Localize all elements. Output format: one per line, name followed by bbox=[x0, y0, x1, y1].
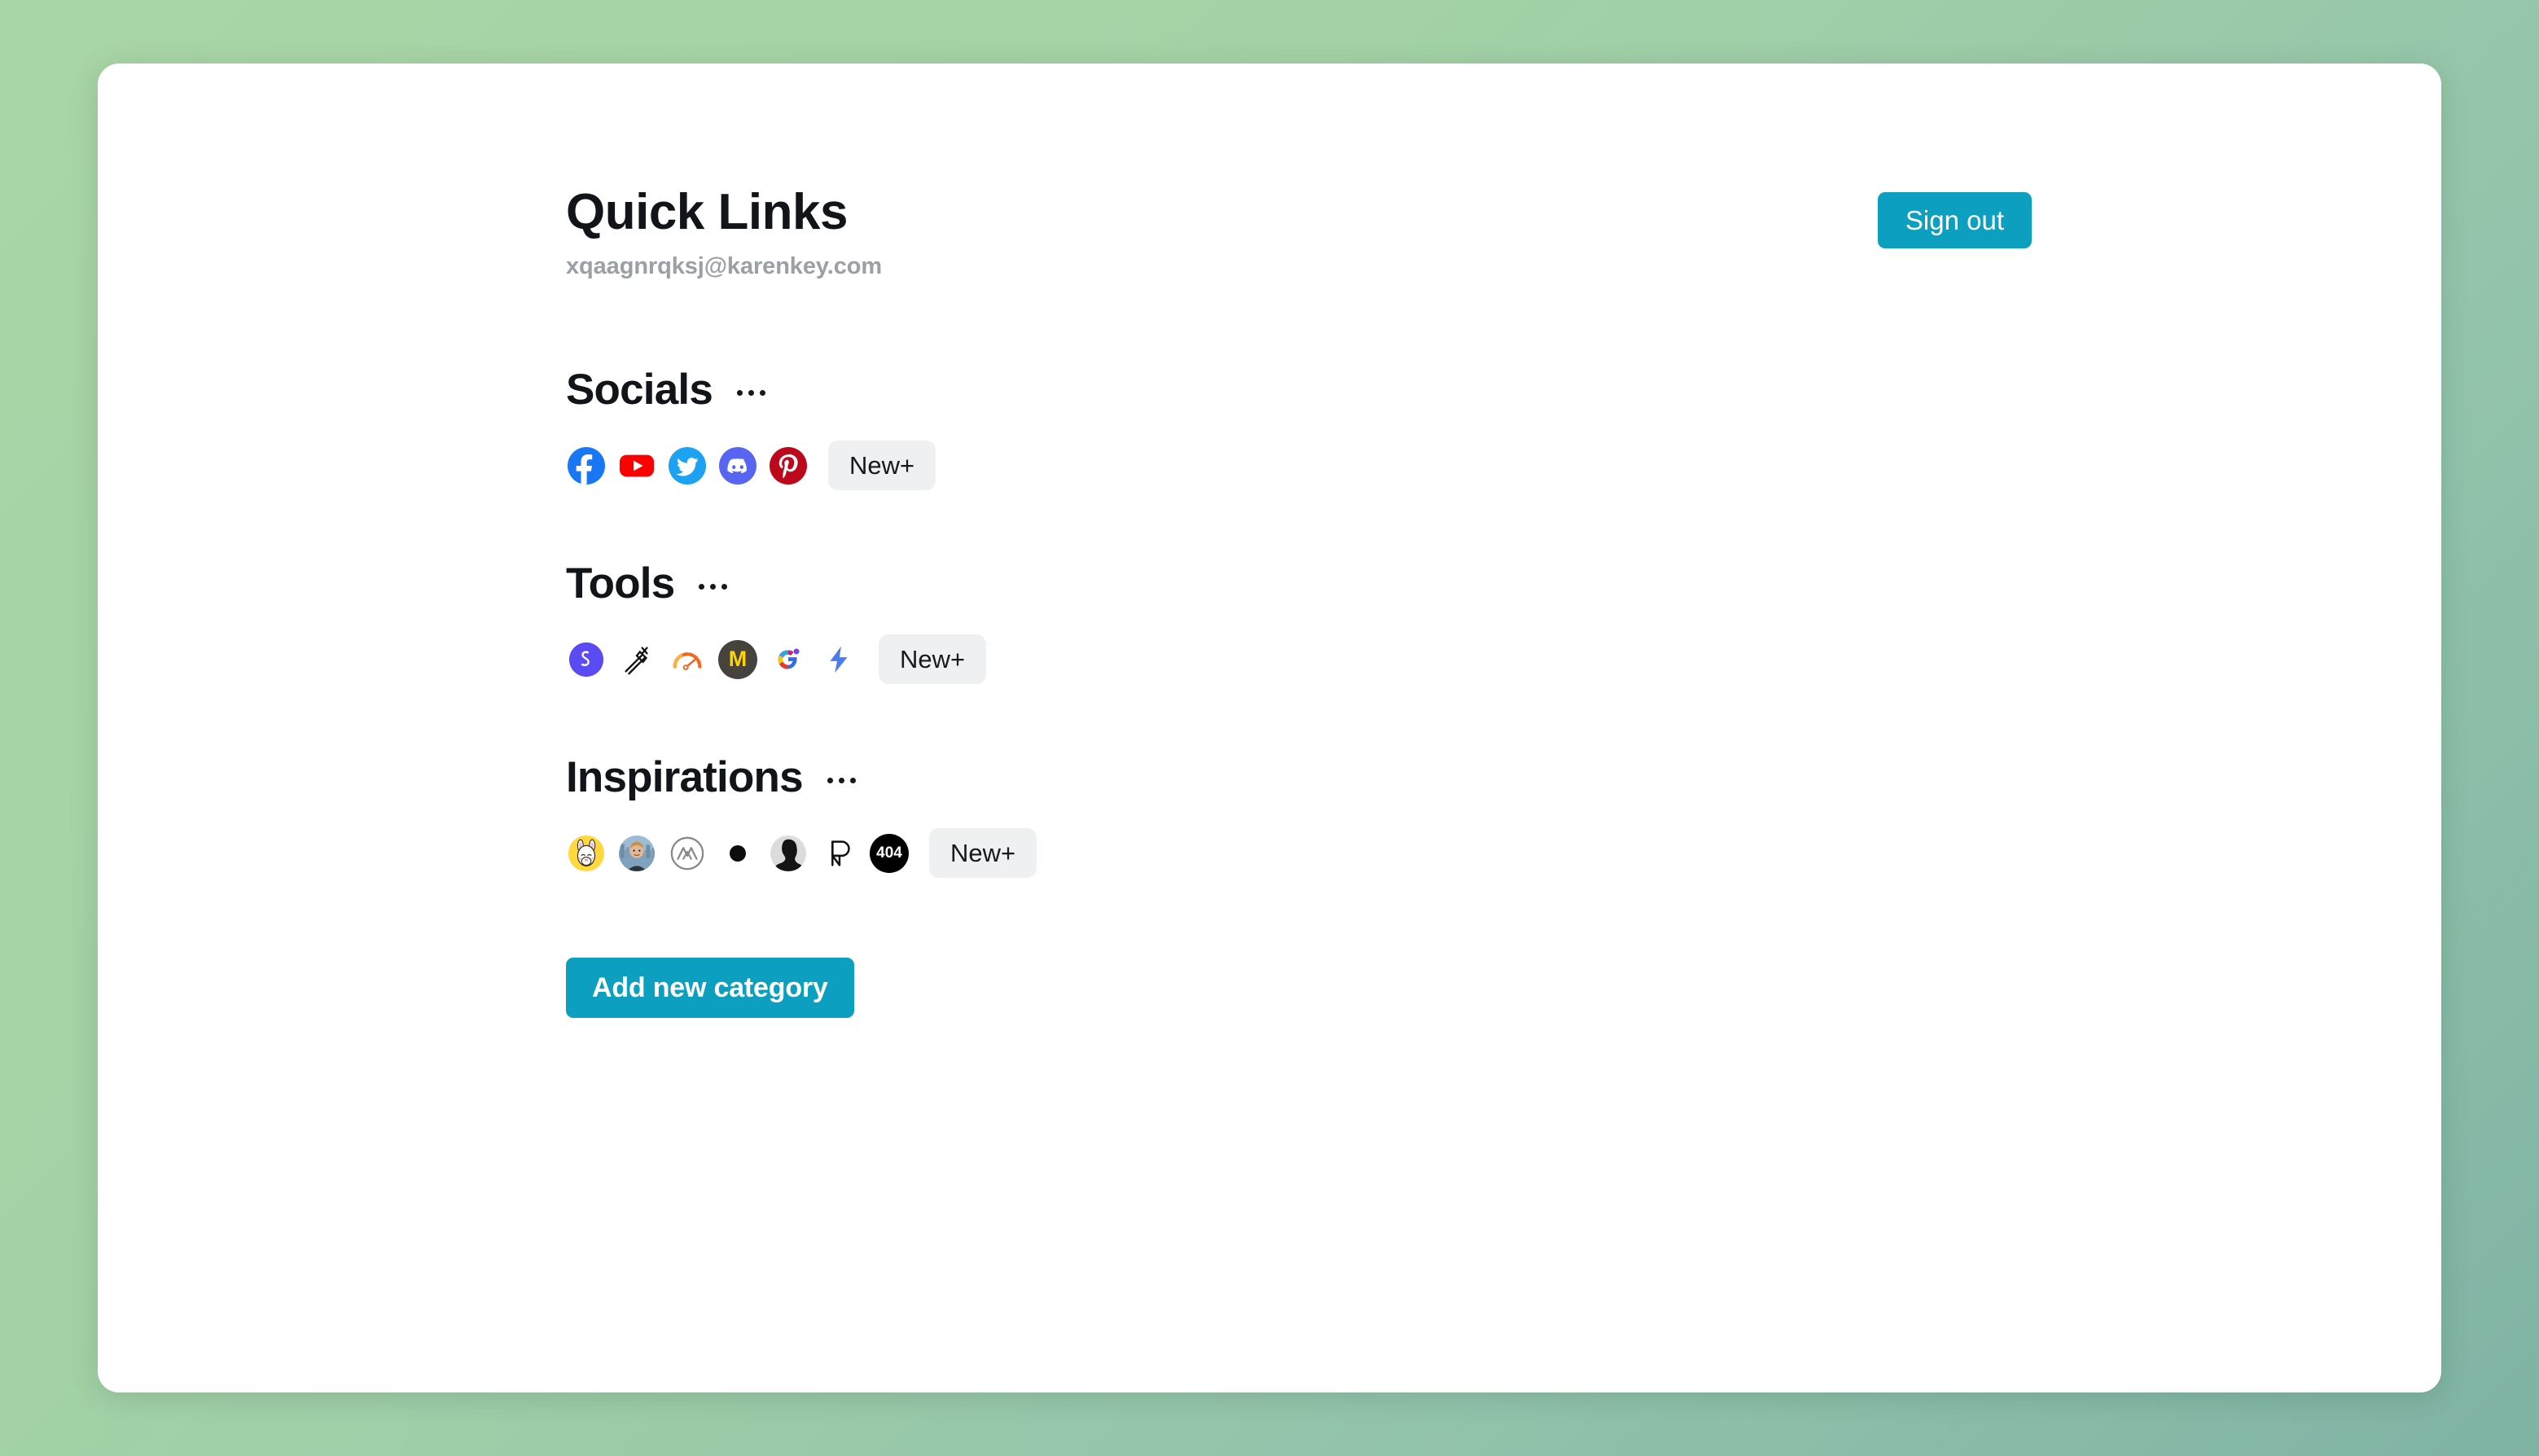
link-black-dot[interactable] bbox=[717, 833, 758, 874]
header-left: Quick Links xqaagnrqksj@karenkey.com bbox=[566, 186, 882, 280]
category-tools: Tools M New+ bbox=[566, 562, 2439, 685]
add-link-button-tools[interactable]: New+ bbox=[879, 634, 987, 685]
main-card: Quick Links xqaagnrqksj@karenkey.com Sig… bbox=[98, 64, 2441, 1392]
link-person-photo[interactable] bbox=[616, 833, 657, 874]
speed-gauge-icon bbox=[673, 651, 702, 670]
categories-list: Socials New+ Tools M New+ Inspirations 4… bbox=[566, 368, 2439, 1019]
add-link-button-inspirations[interactable]: New+ bbox=[929, 828, 1037, 879]
link-facebook[interactable] bbox=[566, 445, 607, 486]
category-header: Inspirations bbox=[566, 756, 2439, 799]
link-row: 404 New+ bbox=[566, 828, 2439, 879]
link-gemini-g[interactable] bbox=[768, 639, 809, 680]
pinterest-icon bbox=[770, 446, 807, 485]
facebook-icon bbox=[568, 446, 605, 485]
link-youtube[interactable] bbox=[616, 445, 657, 486]
sign-out-button[interactable]: Sign out bbox=[1877, 192, 2032, 248]
link-404-badge[interactable]: 404 bbox=[869, 833, 910, 874]
silhouette-avatar-icon bbox=[770, 835, 807, 871]
category-title: Socials bbox=[566, 366, 713, 414]
gemini-g-icon bbox=[778, 648, 800, 669]
black-dot-icon bbox=[730, 844, 746, 862]
account-email: xqaagnrqksj@karenkey.com bbox=[566, 253, 883, 280]
link-lightning-bolt[interactable] bbox=[818, 639, 859, 680]
link-twitter[interactable] bbox=[667, 445, 708, 486]
link-squarespace[interactable] bbox=[566, 639, 607, 680]
category-header: Socials bbox=[566, 368, 2439, 411]
link-pen-tool[interactable] bbox=[616, 639, 657, 680]
link-discord[interactable] bbox=[717, 445, 758, 486]
category-options-menu-icon[interactable] bbox=[824, 770, 859, 785]
header: Quick Links xqaagnrqksj@karenkey.com Sig… bbox=[566, 186, 2032, 280]
monogram-m-icon: M bbox=[718, 639, 757, 679]
add-new-category-button[interactable]: Add new category bbox=[566, 958, 854, 1019]
category-inspirations: Inspirations 404 New+ bbox=[566, 756, 2439, 879]
404-badge-icon: 404 bbox=[870, 833, 909, 873]
category-title: Tools bbox=[566, 559, 675, 608]
category-title: Inspirations bbox=[566, 753, 804, 802]
pen-tool-icon bbox=[625, 647, 648, 674]
lightning-bolt-icon bbox=[830, 646, 848, 673]
discord-icon bbox=[719, 446, 756, 485]
link-llama-avatar[interactable] bbox=[566, 833, 607, 874]
page-title: Quick Links bbox=[566, 184, 848, 240]
person-photo-avatar-icon bbox=[618, 835, 656, 871]
circle-monogram-icon bbox=[670, 836, 704, 870]
link-monogram-m[interactable]: M bbox=[717, 639, 758, 680]
llama-avatar-icon bbox=[568, 835, 605, 871]
category-options-menu-icon[interactable] bbox=[734, 382, 769, 397]
content-area: Quick Links xqaagnrqksj@karenkey.com Sig… bbox=[566, 186, 2439, 1019]
category-socials: Socials New+ bbox=[566, 368, 2439, 491]
link-pinterest[interactable] bbox=[768, 445, 809, 486]
p-outline-icon bbox=[831, 840, 850, 866]
squarespace-s-icon bbox=[568, 642, 604, 677]
category-options-menu-icon[interactable] bbox=[695, 576, 730, 591]
twitter-icon bbox=[669, 446, 706, 485]
add-link-button-socials[interactable]: New+ bbox=[828, 441, 936, 491]
category-header: Tools bbox=[566, 562, 2439, 605]
youtube-icon bbox=[619, 454, 655, 477]
link-silhouette-avatar[interactable] bbox=[768, 833, 809, 874]
link-speed-gauge[interactable] bbox=[667, 639, 708, 680]
link-p-outline[interactable] bbox=[818, 833, 859, 874]
link-circle-monogram[interactable] bbox=[667, 833, 708, 874]
link-row: M New+ bbox=[566, 634, 2439, 685]
link-row: New+ bbox=[566, 441, 2439, 491]
